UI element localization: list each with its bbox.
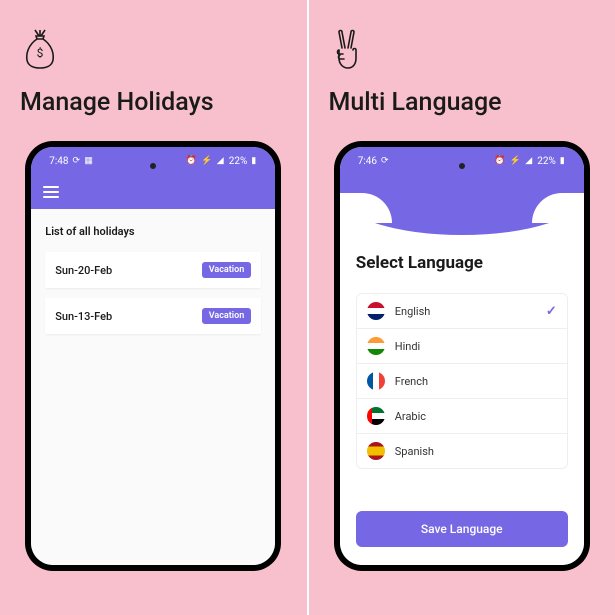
language-name: English [395, 305, 546, 318]
status-bar: 7:46⟳ ⏰ ⚡ ◢22%▮ [340, 147, 584, 175]
check-icon: ✓ [546, 304, 557, 319]
holiday-date: Sun-20-Feb [55, 264, 112, 277]
holiday-row[interactable]: Sun-20-Feb Vacation [45, 252, 261, 288]
holiday-row[interactable]: Sun-13-Feb Vacation [45, 298, 261, 334]
hamburger-icon[interactable] [43, 186, 59, 198]
flag-es-icon [367, 442, 385, 460]
status-battery: 22% [229, 156, 248, 167]
money-bag-icon: $ [22, 28, 58, 74]
status-time: 7:48 [49, 156, 68, 167]
language-list: English ✓ Hindi French Arabic [356, 293, 568, 469]
language-row-french[interactable]: French [357, 364, 567, 399]
language-row-arabic[interactable]: Arabic [357, 399, 567, 434]
holiday-date: Sun-13-Feb [55, 310, 112, 323]
language-name: Arabic [395, 410, 557, 423]
language-row-hindi[interactable]: Hindi [357, 329, 567, 364]
select-language-heading: Select Language [356, 253, 568, 273]
flag-in-icon [367, 337, 385, 355]
holidays-content: List of all holidays Sun-20-Feb Vacation… [31, 209, 275, 565]
panel-title: Manage Holidays [20, 88, 214, 117]
phone-mockup-left: 7:48⟳ ▦ ⏰ ⚡ ◢22%▮ List of all holidays S… [25, 141, 281, 571]
phone-mockup-right: 7:46⟳ ⏰ ⚡ ◢22%▮ Select Language English … [334, 141, 590, 571]
svg-text:$: $ [37, 46, 44, 60]
holiday-badge: Vacation [202, 262, 252, 278]
save-language-button[interactable]: Save Language [356, 511, 568, 547]
language-row-english[interactable]: English ✓ [357, 294, 567, 329]
language-content: Select Language English ✓ Hindi French [340, 235, 584, 565]
language-row-spanish[interactable]: Spanish [357, 434, 567, 468]
holiday-badge: Vacation [202, 308, 252, 324]
flag-en-icon [367, 302, 385, 320]
panel-manage-holidays: $ Manage Holidays 7:48⟳ ▦ ⏰ ⚡ ◢22%▮ List… [0, 0, 307, 615]
peace-hand-icon [331, 28, 363, 74]
wave-header [340, 175, 584, 235]
status-bar: 7:48⟳ ▦ ⏰ ⚡ ◢22%▮ [31, 147, 275, 175]
panel-title: Multi Language [329, 88, 502, 117]
language-name: French [395, 375, 557, 388]
app-bar [31, 175, 275, 209]
status-time: 7:46 [358, 156, 377, 167]
list-heading: List of all holidays [45, 225, 261, 238]
language-name: Spanish [395, 445, 557, 458]
status-battery: 22% [537, 156, 556, 167]
flag-ae-icon [367, 407, 385, 425]
language-name: Hindi [395, 340, 557, 353]
panel-multi-language: Multi Language 7:46⟳ ⏰ ⚡ ◢22%▮ Select La… [309, 0, 615, 615]
flag-fr-icon [367, 372, 385, 390]
